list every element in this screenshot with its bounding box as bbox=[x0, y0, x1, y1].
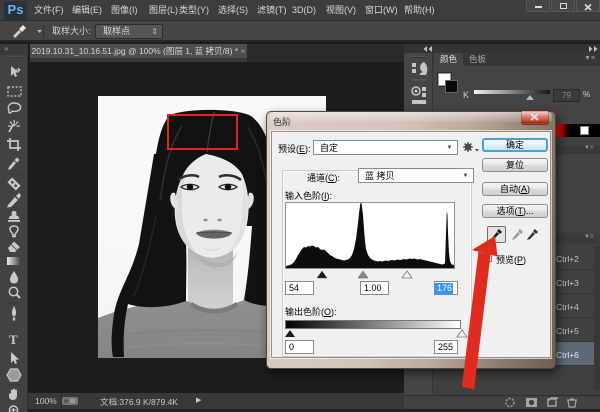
svg-text:T: T bbox=[9, 332, 18, 347]
